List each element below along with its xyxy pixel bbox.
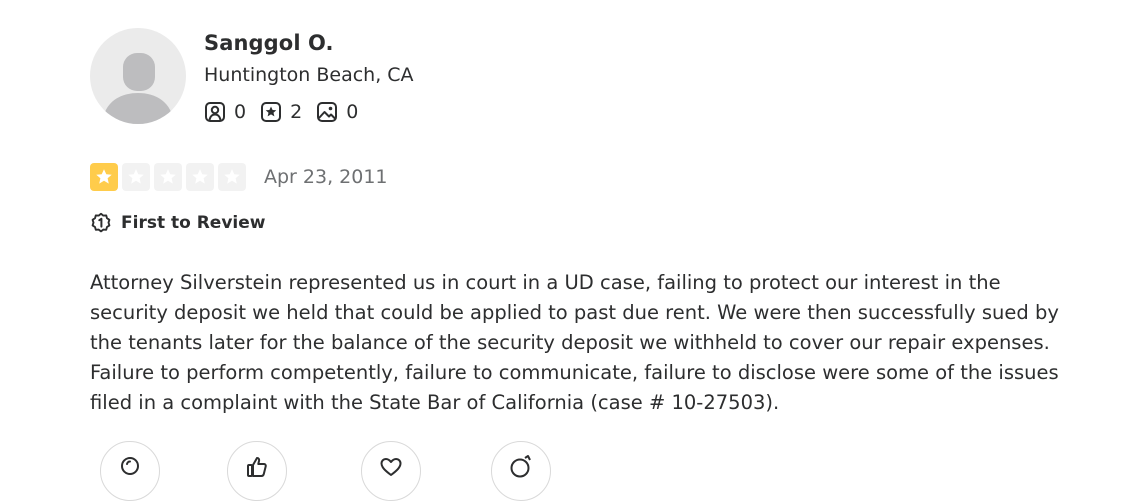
review-text-line: filed in a complaint with the State Bar … (90, 391, 780, 414)
default-avatar-icon (102, 53, 174, 124)
star-icon (96, 169, 112, 184)
love-button[interactable] (361, 441, 421, 501)
emoji-icon (510, 455, 531, 478)
reviews-count: 2 (290, 101, 303, 123)
star-rating (90, 163, 246, 191)
heart-icon (380, 458, 402, 476)
reviews-stat: 2 (260, 101, 302, 123)
user-location: Huntington Beach, CA (204, 64, 414, 86)
star-empty (122, 163, 150, 191)
lightbulb-icon (121, 457, 139, 475)
friends-icon (205, 102, 225, 122)
review-text-line: the tenants later for the balance of the… (90, 331, 1050, 354)
review-text-line: Attorney Silverstein represented us in c… (90, 271, 1001, 294)
star-empty (218, 163, 246, 191)
review-text-line: security deposit we held that could be a… (90, 301, 1059, 324)
star-icon (192, 169, 208, 184)
photos-count: 0 (346, 101, 359, 123)
friends-stat: 0 (204, 101, 246, 123)
photo-icon (317, 102, 338, 122)
star-empty (154, 163, 182, 191)
first-review-icon (91, 212, 111, 233)
review-date: Apr 23, 2011 (264, 166, 388, 188)
review-star-icon (261, 102, 282, 122)
avatar[interactable] (90, 28, 186, 124)
friends-count: 0 (234, 101, 247, 123)
thumbs-up-icon (247, 457, 267, 477)
badge-label: First to Review (121, 213, 266, 233)
star-icon (224, 169, 240, 184)
helpful-button[interactable] (100, 441, 160, 501)
first-to-review-badge: First to Review (90, 212, 265, 234)
star-icon (160, 169, 176, 184)
photos-stat: 0 (316, 101, 358, 123)
review-text: Attorney Silverstein represented us in c… (90, 268, 1080, 418)
user-name[interactable]: Sanggol O. (204, 31, 334, 55)
star-filled (90, 163, 118, 191)
thanks-button[interactable] (227, 441, 287, 501)
user-stats: 0 2 0 (204, 101, 358, 123)
review-text-line: Failure to perform competently, failure … (90, 361, 1059, 384)
oh-no-button[interactable] (491, 441, 551, 501)
star-empty (186, 163, 214, 191)
star-icon (128, 169, 144, 184)
